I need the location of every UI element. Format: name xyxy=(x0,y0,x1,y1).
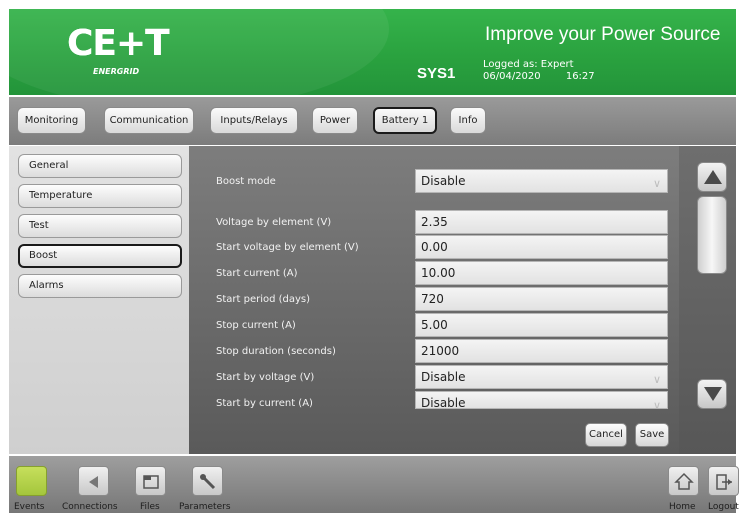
logout-label: Logout xyxy=(708,502,739,512)
tab-inputs-relays[interactable]: Inputs/Relays xyxy=(210,107,298,134)
start-by-voltage-label: Start by voltage (V) xyxy=(216,372,315,383)
tab-info[interactable]: Info xyxy=(450,107,486,134)
submenu-alarms[interactable]: Alarms xyxy=(18,274,182,298)
main-tab-bar: Monitoring Communication Inputs/Relays P… xyxy=(9,97,736,145)
boost-mode-select[interactable]: Disable ∨ xyxy=(415,169,668,193)
start-voltage-input[interactable]: 0.00 xyxy=(415,235,668,259)
triangle-down-icon xyxy=(704,387,722,401)
start-by-current-value: Disable xyxy=(421,396,466,409)
start-current-input[interactable]: 10.00 xyxy=(415,261,668,285)
chevron-down-icon: ∨ xyxy=(652,373,661,386)
logout-button[interactable] xyxy=(708,466,739,496)
submenu-general[interactable]: General xyxy=(18,154,182,178)
tab-power[interactable]: Power xyxy=(312,107,358,134)
events-button[interactable] xyxy=(16,466,47,496)
boost-mode-value: Disable xyxy=(421,174,466,188)
header-shine xyxy=(9,9,389,95)
connections-icon xyxy=(89,476,98,488)
stop-duration-input[interactable]: 21000 xyxy=(415,339,668,363)
home-label: Home xyxy=(669,502,696,512)
tab-communication[interactable]: Communication xyxy=(104,107,194,134)
submenu-test[interactable]: Test xyxy=(18,214,182,238)
wrench-icon xyxy=(200,474,216,490)
voltage-by-element-label: Voltage by element (V) xyxy=(216,217,332,228)
voltage-by-element-input[interactable]: 2.35 xyxy=(415,210,668,234)
scroll-up-button[interactable] xyxy=(697,162,727,192)
logged-as-text: Logged as: Expert xyxy=(483,59,574,70)
scrollbar xyxy=(679,146,736,454)
chevron-down-icon: ∨ xyxy=(652,399,661,409)
events-label: Events xyxy=(14,502,45,512)
logo-subtitle: ENERGRID xyxy=(93,67,140,76)
start-by-current-select[interactable]: Disable ∨ xyxy=(415,391,668,409)
start-current-label: Start current (A) xyxy=(216,268,298,279)
start-by-current-label: Start by current (A) xyxy=(216,398,313,409)
app-header: CE+T ENERGRID SYS1 Improve your Power So… xyxy=(9,9,736,95)
files-icon xyxy=(143,475,159,489)
start-period-input[interactable]: 720 xyxy=(415,287,668,311)
boost-mode-label: Boost mode xyxy=(216,176,276,187)
bottom-toolbar: Events Connections Files Parameters Home… xyxy=(9,456,739,513)
boost-settings-form: Boost mode Disable ∨ Voltage by element … xyxy=(189,146,679,454)
files-button[interactable] xyxy=(135,466,166,496)
stop-current-label: Stop current (A) xyxy=(216,320,296,331)
stop-current-input[interactable]: 5.00 xyxy=(415,313,668,337)
scroll-down-button[interactable] xyxy=(697,379,727,409)
tab-battery-1[interactable]: Battery 1 xyxy=(373,107,437,134)
home-icon xyxy=(674,472,694,490)
parameters-label: Parameters xyxy=(179,502,231,512)
content-area: General Temperature Test Boost Alarms Bo… xyxy=(9,146,736,454)
cancel-button[interactable]: Cancel xyxy=(585,423,627,447)
start-period-label: Start period (days) xyxy=(216,294,311,305)
time-text: 16:27 xyxy=(565,71,595,82)
date-time: 06/04/2020 16:27 xyxy=(483,71,617,82)
chevron-down-icon: ∨ xyxy=(652,177,661,190)
slogan: Improve your Power Source xyxy=(485,24,721,45)
triangle-up-icon xyxy=(704,170,722,184)
logout-icon xyxy=(716,474,732,490)
files-label: Files xyxy=(140,502,160,512)
tab-monitoring[interactable]: Monitoring xyxy=(17,107,86,134)
logo-mark: CE+T xyxy=(67,23,170,64)
save-button[interactable]: Save xyxy=(635,423,669,447)
stop-duration-label: Stop duration (seconds) xyxy=(216,346,336,357)
start-by-voltage-value: Disable xyxy=(421,370,466,384)
scroll-thumb[interactable] xyxy=(697,196,727,274)
submenu-boost[interactable]: Boost xyxy=(18,244,182,268)
connections-label: Connections xyxy=(62,502,118,512)
system-name: SYS1 xyxy=(417,65,456,82)
start-by-voltage-select[interactable]: Disable ∨ xyxy=(415,365,668,389)
submenu-temperature[interactable]: Temperature xyxy=(18,184,182,208)
parameters-button[interactable] xyxy=(192,466,223,496)
battery-submenu: General Temperature Test Boost Alarms xyxy=(9,146,189,454)
cet-logo: CE+T ENERGRID xyxy=(67,23,177,83)
start-voltage-label: Start voltage by element (V) xyxy=(216,242,359,253)
date-text: 06/04/2020 xyxy=(483,71,541,82)
home-button[interactable] xyxy=(668,466,699,496)
connections-button[interactable] xyxy=(78,466,109,496)
